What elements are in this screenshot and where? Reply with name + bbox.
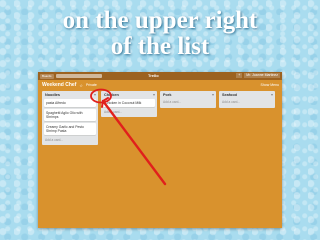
highlight-circle [90,88,112,104]
annotation-arrow [90,88,167,186]
arrow-shaft [101,99,167,186]
